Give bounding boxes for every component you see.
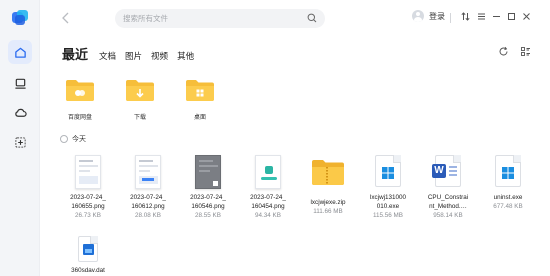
file-size: 28.55 KB xyxy=(195,212,221,219)
sidebar-item-home[interactable] xyxy=(8,40,32,64)
menu-button[interactable] xyxy=(476,11,487,22)
baidu-cloud-folder-icon xyxy=(66,80,94,101)
file-item[interactable]: 2023-07-24_ 160655.png 26.73 KB xyxy=(57,155,119,220)
file-name-cont: 160546.png xyxy=(191,203,225,210)
file-name-cont: nt_Method.… xyxy=(429,203,467,210)
view-mode-icon[interactable] xyxy=(520,46,531,57)
maximize-icon xyxy=(508,13,515,20)
tab-other[interactable]: 其他 xyxy=(177,50,194,62)
back-arrow-icon[interactable] xyxy=(60,11,72,25)
file-name: 2023-07-24_ xyxy=(190,194,226,201)
tab-documents[interactable]: 文档 xyxy=(99,50,116,62)
image-file-icon xyxy=(57,236,119,262)
file-item[interactable]: uninst.exe 677.48 KB xyxy=(477,155,539,211)
app-logo-icon xyxy=(12,10,28,25)
file-size: 28.08 KB xyxy=(135,212,161,219)
file-name: CPU_Constrai xyxy=(427,194,469,201)
file-size: 958.14 KB xyxy=(433,212,463,219)
windows-exe-icon xyxy=(477,155,539,189)
file-item[interactable]: lxcjwjexe.zip 111.66 MB xyxy=(297,155,359,216)
refresh-icon[interactable] xyxy=(498,46,509,57)
windows-exe-icon xyxy=(357,155,419,189)
top-bar: 搜索所有文件 登录 xyxy=(40,0,550,36)
login-button[interactable]: 登录 xyxy=(412,10,445,22)
minimize-button[interactable] xyxy=(491,11,502,22)
maximize-button[interactable] xyxy=(506,11,517,22)
file-item[interactable]: 2023-07-24_ 160546.png 28.55 KB xyxy=(177,155,239,220)
file-name: lxcjwj131000 xyxy=(369,194,407,201)
computer-icon xyxy=(14,78,26,89)
screenshot-thumbnail-icon xyxy=(177,155,239,189)
close-icon xyxy=(523,13,530,20)
sidebar-item-cloud[interactable] xyxy=(8,100,32,124)
file-item[interactable]: lxcjwj131000 010.exe 115.56 MB xyxy=(357,155,419,220)
sidebar-item-computer[interactable] xyxy=(8,71,32,95)
section-title: 今天 xyxy=(72,136,86,143)
quick-folder-download[interactable]: 下载 xyxy=(118,78,162,121)
section-today: 今天 xyxy=(60,134,86,144)
home-icon xyxy=(14,47,26,58)
file-size: 26.73 KB xyxy=(75,212,101,219)
minimize-icon xyxy=(493,16,500,17)
menu-icon xyxy=(478,13,485,20)
sidebar-add-button[interactable] xyxy=(8,130,32,154)
quick-folder-label: 下载 xyxy=(133,115,146,121)
file-name-cont: 160655.png xyxy=(71,203,105,210)
file-name: 2023-07-24_ xyxy=(130,194,166,201)
tab-recent[interactable]: 最近 xyxy=(62,44,88,63)
zip-folder-icon xyxy=(312,160,344,185)
quick-folder-baidu[interactable]: 百度网盘 xyxy=(58,78,102,121)
file-item[interactable]: W CPU_Constrai nt_Method.… 958.14 KB xyxy=(417,155,479,220)
add-icon xyxy=(14,136,26,148)
search-input[interactable]: 搜索所有文件 xyxy=(115,9,325,28)
sidebar xyxy=(0,0,40,276)
file-size: 94.34 KB xyxy=(255,212,281,219)
cloud-icon xyxy=(14,108,27,117)
search-placeholder: 搜索所有文件 xyxy=(123,14,168,23)
file-name: 2023-07-24_ xyxy=(250,194,286,201)
avatar xyxy=(412,10,424,22)
tab-videos[interactable]: 视频 xyxy=(151,50,168,62)
search-icon[interactable] xyxy=(307,13,317,23)
category-tabs: 最近 文档 图片 视频 其他 xyxy=(62,44,203,63)
desktop-folder-icon xyxy=(186,80,214,101)
sort-icon xyxy=(461,12,470,21)
file-name-cont: 160612.png xyxy=(131,203,165,210)
quick-folder-label: 百度网盘 xyxy=(67,115,92,121)
quick-folder-desktop[interactable]: 桌面 xyxy=(178,78,222,121)
screenshot-thumbnail-icon xyxy=(117,155,179,189)
screenshot-thumbnail-icon xyxy=(237,155,299,189)
file-name-cont: 160454.png xyxy=(251,203,285,210)
word-doc-icon: W xyxy=(417,155,479,189)
select-all-checkbox[interactable] xyxy=(60,135,68,143)
login-label: 登录 xyxy=(429,11,445,21)
file-size: 115.56 MB xyxy=(373,212,403,219)
quick-folder-label: 桌面 xyxy=(193,115,206,121)
file-name: uninst.exe xyxy=(493,194,523,201)
screenshot-thumbnail-icon xyxy=(57,155,119,189)
file-item[interactable]: 2023-07-24_ 160454.png 94.34 KB xyxy=(237,155,299,220)
file-item[interactable]: 360sdav.dat xyxy=(57,236,119,275)
file-name: 360sdav.dat xyxy=(71,267,105,274)
file-size: 677.48 KB xyxy=(493,203,523,210)
file-name-cont: 010.exe xyxy=(376,203,400,210)
file-name: 2023-07-24_ xyxy=(70,194,106,201)
toolbar-divider xyxy=(450,13,451,23)
file-name: lxcjwjexe.zip xyxy=(310,199,346,206)
file-item[interactable]: 2023-07-24_ 160612.png 28.08 KB xyxy=(117,155,179,220)
sort-button[interactable] xyxy=(460,11,471,22)
file-size: 111.66 MB xyxy=(313,208,343,215)
tab-pictures[interactable]: 图片 xyxy=(125,50,142,62)
download-folder-icon xyxy=(126,80,154,101)
close-button[interactable] xyxy=(521,11,532,22)
